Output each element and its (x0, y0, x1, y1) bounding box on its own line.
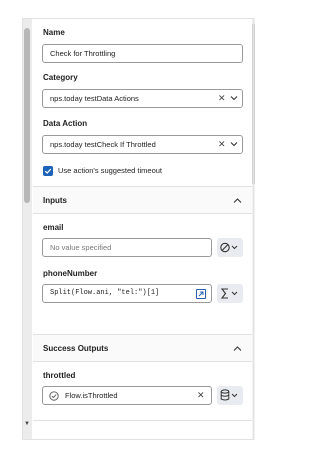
scroll-down-arrow-icon[interactable]: ▼ (23, 420, 31, 428)
data-action-select[interactable]: nps.today testCheck If Throttled ✕ (42, 135, 243, 154)
sigma-icon (220, 288, 238, 299)
section-divider (33, 420, 252, 421)
email-placeholder: No value specified (50, 243, 112, 252)
expand-editor-icon[interactable] (196, 289, 206, 299)
inputs-section-title: Inputs (43, 196, 67, 205)
category-value: nps.today testData Actions (50, 94, 139, 103)
check-circle-icon (49, 391, 59, 401)
variable-type-button[interactable] (217, 386, 243, 405)
category-label: Category (43, 73, 78, 82)
category-select[interactable]: nps.today testData Actions ✕ (42, 89, 243, 108)
left-scrollbar-thumb[interactable] (24, 28, 30, 203)
throttled-label: throttled (43, 371, 76, 380)
chevron-up-icon[interactable] (233, 197, 242, 204)
success-outputs-title: Success Outputs (43, 344, 109, 353)
email-label: email (43, 223, 64, 232)
no-value-icon (220, 242, 238, 253)
chevron-down-icon[interactable] (230, 140, 238, 148)
name-value: Check for Throttling (50, 49, 116, 58)
timeout-checkbox[interactable] (43, 166, 53, 176)
email-input[interactable]: No value specified (42, 238, 212, 257)
inputs-section-header[interactable]: Inputs (33, 186, 252, 214)
name-input[interactable]: Check for Throttling (42, 44, 243, 63)
chevron-up-icon[interactable] (233, 345, 242, 352)
expression-mode-button[interactable] (217, 284, 243, 303)
data-action-value: nps.today testCheck If Throttled (50, 140, 156, 149)
timeout-label: Use action's suggested timeout (58, 166, 162, 175)
phone-label: phoneNumber (43, 269, 98, 278)
database-icon (220, 389, 238, 401)
close-icon[interactable]: ✕ (218, 93, 226, 104)
phone-expression-input[interactable]: Split(Flow.ani, "tel:")[1] (42, 284, 212, 303)
name-label: Name (43, 28, 65, 37)
close-icon[interactable]: ✕ (218, 139, 226, 150)
close-icon[interactable]: ✕ (197, 390, 205, 401)
throttled-variable-value: Flow.isThrottled (65, 391, 118, 400)
check-icon (44, 168, 52, 174)
throttled-variable-input[interactable]: Flow.isThrottled ✕ (42, 386, 212, 405)
phone-expression-value: Split(Flow.ani, "tel:")[1] (50, 289, 160, 297)
success-outputs-section-header[interactable]: Success Outputs (33, 334, 252, 362)
chevron-down-icon[interactable] (230, 94, 238, 102)
no-value-button[interactable] (217, 238, 243, 257)
data-action-label: Data Action (43, 119, 88, 128)
right-scrollbar-thumb[interactable] (252, 24, 255, 184)
